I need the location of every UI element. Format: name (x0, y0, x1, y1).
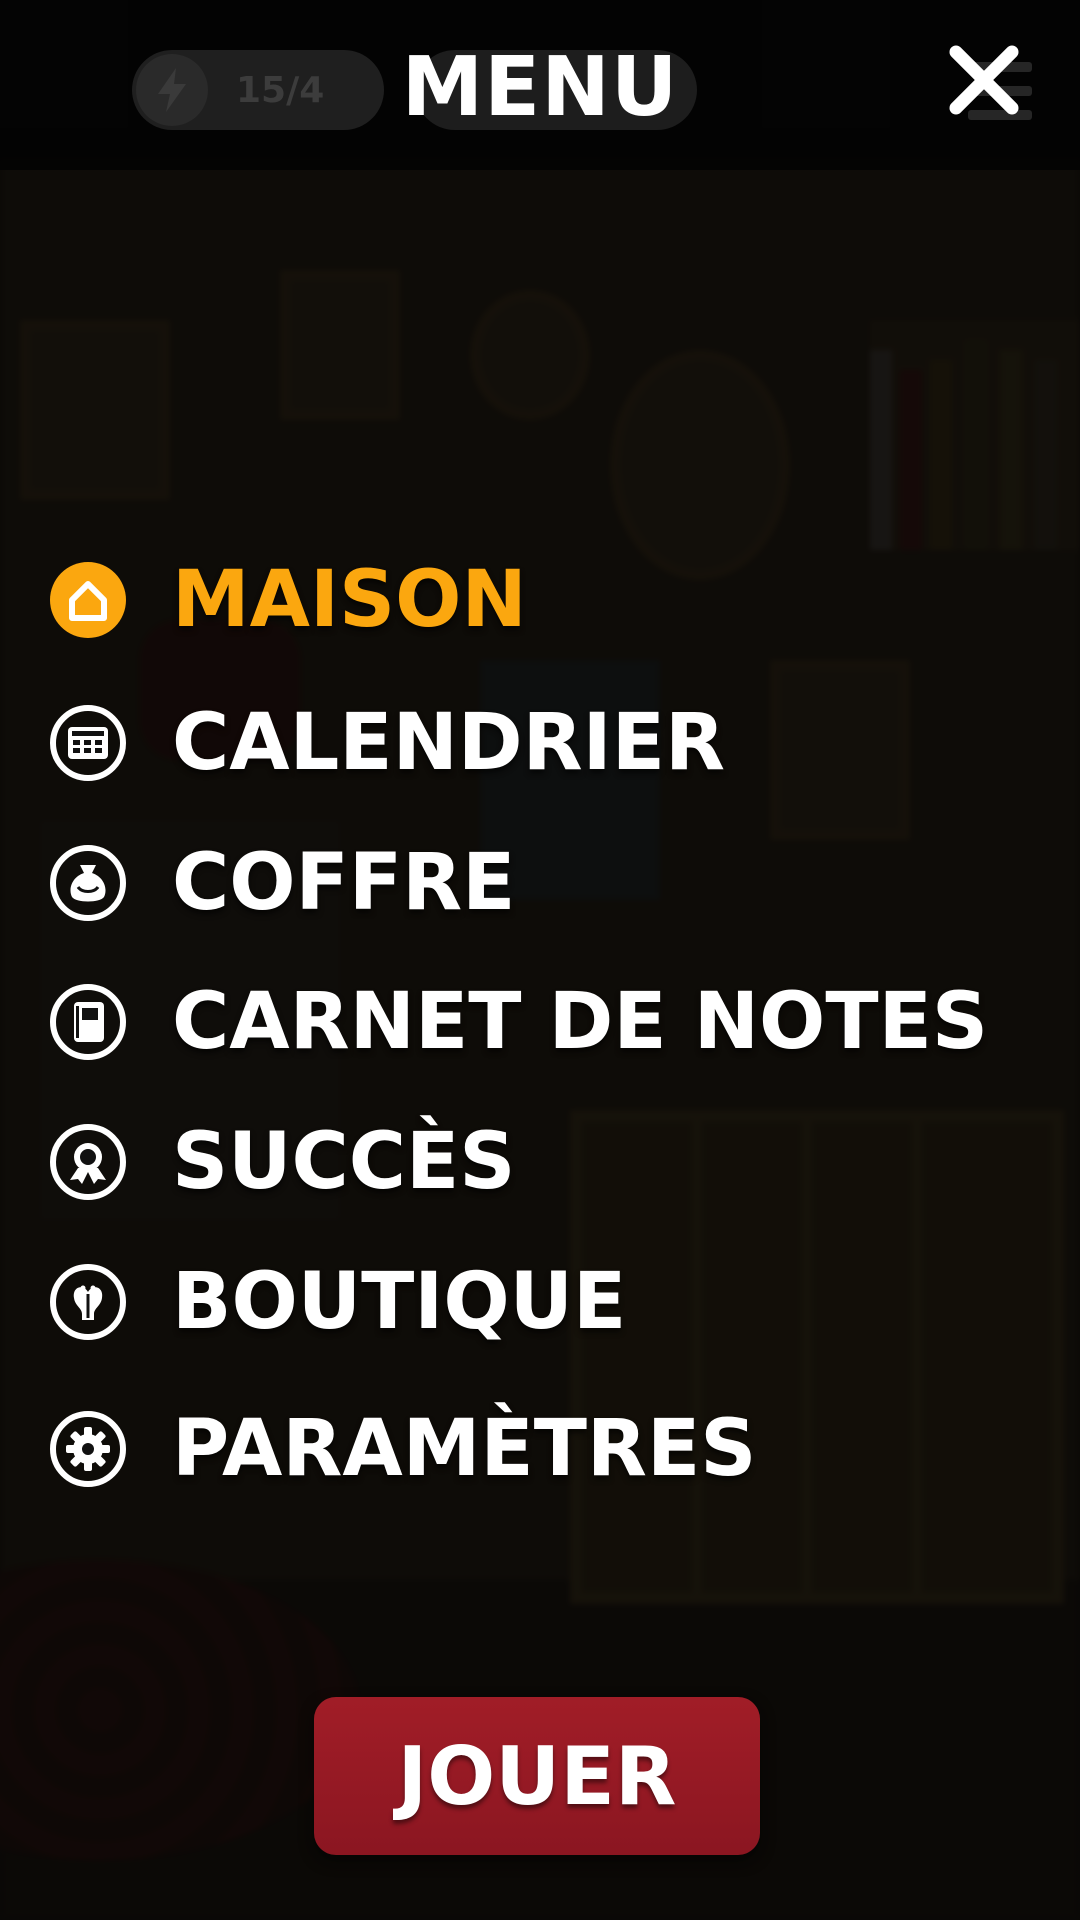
menu-item-coffre[interactable]: COFFRE (48, 838, 515, 928)
calendar-icon (48, 703, 128, 783)
menu-item-maison[interactable]: MAISON (48, 555, 527, 645)
menu-item-carnet-de-notes[interactable]: CARNET DE NOTES (48, 977, 988, 1067)
menu-item-label: COFFRE (172, 838, 516, 928)
close-icon (949, 45, 1019, 115)
menu-item-succes[interactable]: SUCCÈS (48, 1117, 515, 1207)
menu-item-parametres[interactable]: PARAMÈTRES (48, 1404, 756, 1494)
page-title: MENU (401, 40, 679, 135)
dim-overlay (0, 0, 1080, 1920)
menu-screen: 15/4 MENU MAISON CALENDRIER COFFRE CARNE… (0, 0, 1080, 1920)
menu-item-label: SUCCÈS (172, 1117, 516, 1207)
menu-item-boutique[interactable]: BOUTIQUE (48, 1257, 626, 1347)
bag-icon (48, 843, 128, 923)
menu-item-label: CARNET DE NOTES (172, 977, 989, 1067)
menu-item-label: PARAMÈTRES (172, 1404, 757, 1494)
shop-icon (48, 1262, 128, 1342)
home-icon (48, 560, 128, 640)
medal-icon (48, 1122, 128, 1202)
play-button-label: JOUER (397, 1729, 677, 1823)
notebook-icon (48, 982, 128, 1062)
menu-item-calendrier[interactable]: CALENDRIER (48, 698, 725, 788)
top-bar: 15/4 MENU (0, 0, 1080, 170)
close-button[interactable] (944, 40, 1024, 120)
menu-item-label: BOUTIQUE (172, 1257, 627, 1347)
menu-item-label: CALENDRIER (172, 698, 726, 788)
gear-icon (48, 1409, 128, 1489)
menu-item-label: MAISON (172, 555, 527, 645)
play-button[interactable]: JOUER (314, 1697, 760, 1855)
